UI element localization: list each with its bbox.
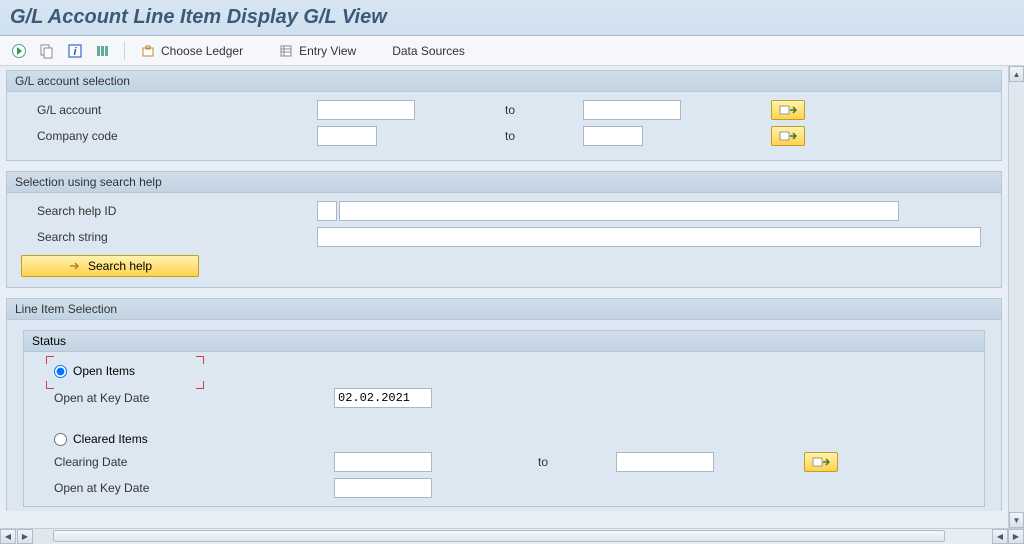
clearing-date-from-input[interactable] xyxy=(334,452,432,472)
to-label: to xyxy=(505,129,583,143)
h-scroll-thumb[interactable] xyxy=(53,530,945,542)
to-label: to xyxy=(538,455,616,469)
search-string-label: Search string xyxy=(17,230,317,244)
gl-account-label: G/L account xyxy=(17,103,317,117)
search-help-title: Selection using search help xyxy=(7,172,1001,193)
scroll-up-button[interactable]: ▲ xyxy=(1009,66,1024,82)
variant-icon[interactable] xyxy=(36,40,58,62)
open-at-key-date-input[interactable] xyxy=(334,388,432,408)
search-help-id-label: Search help ID xyxy=(17,204,317,218)
clearing-date-label: Clearing Date xyxy=(34,455,334,469)
horizontal-scrollbar[interactable]: ◀ ▶ ◀ ▶ xyxy=(0,528,1024,544)
execute-icon[interactable] xyxy=(8,40,30,62)
scroll-left-button[interactable]: ◀ xyxy=(0,529,16,544)
h-scroll-track[interactable] xyxy=(53,529,992,544)
toolbar: i Choose Ledger Entry View Data Sources xyxy=(0,36,1024,66)
open-at-key-date2-input[interactable] xyxy=(334,478,432,498)
cleared-items-label: Cleared Items xyxy=(73,432,148,446)
choose-ledger-button[interactable]: Choose Ledger xyxy=(135,41,249,61)
clearing-date-to-input[interactable] xyxy=(616,452,714,472)
choose-ledger-label: Choose Ledger xyxy=(161,44,243,58)
page-title: G/L Account Line Item Display G/L View xyxy=(10,6,1014,29)
search-string-input[interactable] xyxy=(317,227,981,247)
company-code-to-input[interactable] xyxy=(583,126,643,146)
gl-account-to-input[interactable] xyxy=(583,100,681,120)
scroll-right-button[interactable]: ▶ xyxy=(17,529,33,544)
title-bar: G/L Account Line Item Display G/L View xyxy=(0,0,1024,36)
account-icon[interactable] xyxy=(92,40,114,62)
search-help-button[interactable]: Search help xyxy=(21,255,199,277)
gl-account-from-input[interactable] xyxy=(317,100,415,120)
company-code-multi-button[interactable] xyxy=(771,126,805,146)
search-help-group: Selection using search help Search help … xyxy=(6,171,1002,288)
company-code-label: Company code xyxy=(17,129,317,143)
search-help-id-input[interactable] xyxy=(317,201,337,221)
open-items-label: Open Items xyxy=(73,364,135,378)
toolbar-separator xyxy=(124,42,125,60)
gl-account-multi-button[interactable] xyxy=(771,100,805,120)
cleared-items-radio[interactable] xyxy=(54,433,67,446)
content-area: G/L account selection G/L account to Com… xyxy=(0,66,1008,528)
gl-account-selection-group: G/L account selection G/L account to Com… xyxy=(6,70,1002,161)
clearing-date-multi-button[interactable] xyxy=(804,452,838,472)
status-group: Status Open Items xyxy=(23,330,985,507)
search-help-button-label: Search help xyxy=(88,259,152,273)
scroll-track[interactable] xyxy=(1009,82,1024,512)
data-sources-label: Data Sources xyxy=(392,44,465,58)
open-at-key-date2-label: Open at Key Date xyxy=(34,481,334,495)
entry-view-label: Entry View xyxy=(299,44,356,58)
to-label: to xyxy=(505,103,583,117)
data-sources-button[interactable]: Data Sources xyxy=(386,42,471,60)
open-at-key-date-label: Open at Key Date xyxy=(34,391,334,405)
gl-account-selection-title: G/L account selection xyxy=(7,71,1001,92)
line-item-selection-title: Line Item Selection xyxy=(7,299,1001,320)
scroll-down-button[interactable]: ▼ xyxy=(1009,512,1024,528)
search-help-id-text-input[interactable] xyxy=(339,201,899,221)
info-icon[interactable]: i xyxy=(64,40,86,62)
vertical-scrollbar[interactable]: ▲ ▼ xyxy=(1008,66,1024,528)
company-code-from-input[interactable] xyxy=(317,126,377,146)
line-item-selection-group: Line Item Selection Status Open Items xyxy=(6,298,1002,511)
open-items-radio[interactable] xyxy=(54,365,67,378)
scroll-right2-button[interactable]: ▶ xyxy=(1008,529,1024,544)
status-title: Status xyxy=(24,331,984,352)
entry-view-button[interactable]: Entry View xyxy=(273,41,362,61)
scroll-left2-button[interactable]: ◀ xyxy=(992,529,1008,544)
